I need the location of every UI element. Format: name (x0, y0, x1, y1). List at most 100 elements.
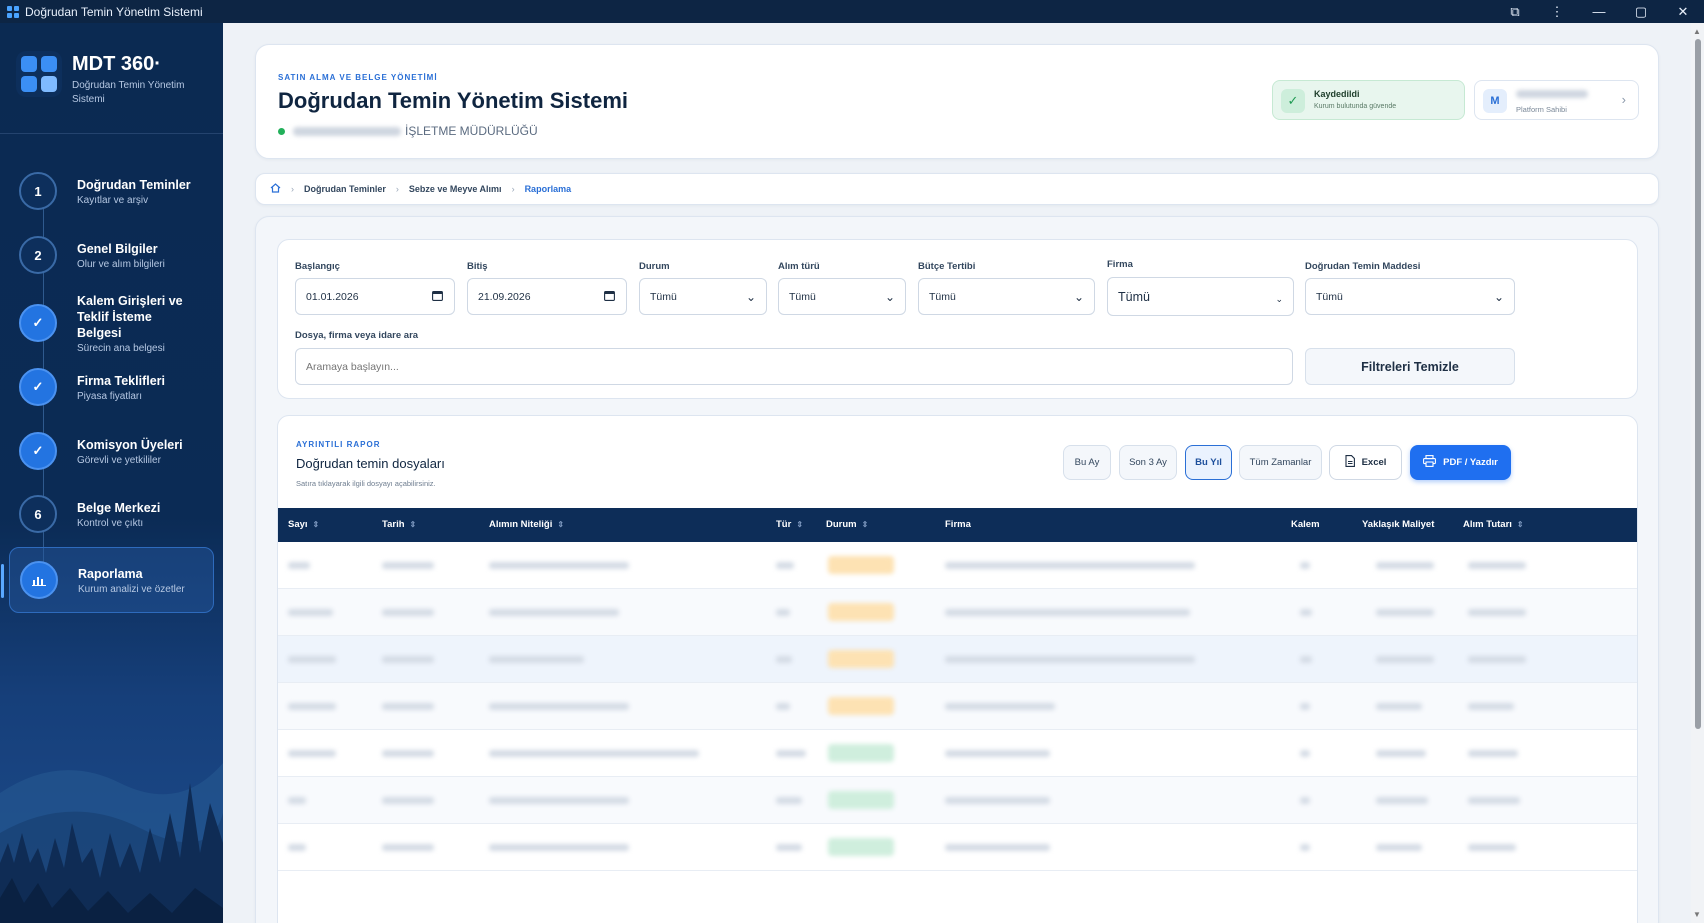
sidebar-item-firma-teklifleri[interactable]: ✓ Firma Teklifleri Piyasa fiyatları (9, 354, 214, 420)
sidebar-item-raporlama[interactable]: Raporlama Kurum analizi ve özetler (1, 547, 214, 613)
scroll-thumb[interactable] (1695, 39, 1701, 729)
table-header: Sayı ⇕ Tarih ⇕ Alımın Niteliği ⇕ Tür ⇕ Durum… (278, 508, 1637, 542)
firm-select[interactable]: Tümü ⌄ (1107, 277, 1294, 316)
sidebar-item-title: Komisyon Üyeleri (77, 437, 183, 452)
table-row[interactable] (278, 683, 1637, 730)
start-date-field[interactable]: 01.01.2026 (295, 278, 455, 315)
end-date-field[interactable]: 21.09.2026 (467, 278, 627, 315)
column-header-firma[interactable]: Firma (945, 519, 971, 530)
redacted-cell (1468, 844, 1516, 851)
column-header-tarih[interactable]: Tarih ⇕ (382, 519, 416, 530)
status-badge (828, 556, 894, 574)
breadcrumb: › Doğrudan Teminler › Sebze ve Meyve Alı… (255, 173, 1659, 205)
redacted-cell (489, 703, 629, 710)
redacted-cell (489, 797, 629, 804)
status-badge (828, 650, 894, 668)
budget-select[interactable]: Tümü ⌄ (918, 278, 1095, 315)
redacted-cell (1300, 562, 1310, 569)
column-header-alimin-niteligi[interactable]: Alımın Niteliği ⇕ (489, 519, 564, 530)
status-select[interactable]: Tümü ⌄ (639, 278, 767, 315)
home-icon[interactable] (270, 183, 281, 195)
breadcrumb-link[interactable]: Sebze ve Meyve Alımı (409, 184, 502, 194)
search-input[interactable] (295, 348, 1293, 385)
header-eyebrow: SATIN ALMA VE BELGE YÖNETİMİ (278, 73, 438, 82)
firm-select-value: Tümü (1118, 289, 1150, 304)
redacted-cell (288, 797, 306, 804)
column-header-kalem[interactable]: Kalem (1291, 519, 1320, 530)
redacted-cell (1376, 609, 1434, 616)
window-title: Doğrudan Temin Yönetim Sistemi (25, 4, 203, 19)
sidebar-item-dogrudan-teminler[interactable]: 1 Doğrudan Teminler Kayıtlar ve arşiv (9, 158, 214, 224)
status-badge (828, 697, 894, 715)
sidebar-item-title: Belge Merkezi (77, 500, 161, 515)
calendar-icon[interactable] (604, 290, 615, 304)
main-content: SATIN ALMA VE BELGE YÖNETİMİ Doğrudan Te… (223, 23, 1691, 923)
redacted-cell (776, 562, 794, 569)
sidebar-item-genel-bilgiler[interactable]: 2 Genel Bilgiler Olur ve alım bilgileri (9, 222, 214, 288)
sidebar-item-subtitle: Kontrol ve çıktı (77, 517, 144, 529)
range-this-month-button[interactable]: Bu Ay (1063, 445, 1111, 480)
chevron-down-icon: ⌄ (1073, 289, 1084, 304)
table-row[interactable] (278, 730, 1637, 777)
close-button[interactable]: ✕ (1662, 0, 1704, 23)
redacted-cell (489, 750, 699, 757)
redacted-cell (1468, 703, 1514, 710)
save-status-subtitle: Kurum bulutunda güvende (1314, 103, 1397, 110)
scroll-down-icon[interactable]: ▼ (1693, 910, 1701, 919)
sidebar-divider (0, 133, 223, 134)
restore-button[interactable]: ▢ (1620, 0, 1662, 23)
filter-panel: Başlangıç 01.01.2026 Bitiş 21.09.2026 Du… (277, 239, 1638, 399)
sidebar-item-komisyon-uyeleri[interactable]: ✓ Komisyon Üyeleri Görevli ve yetkililer (9, 418, 214, 484)
redacted-cell (776, 703, 790, 710)
status-badge (828, 744, 894, 762)
redacted-cell (1300, 656, 1312, 663)
article-filter-label: Doğrudan Temin Maddesi (1305, 261, 1421, 272)
clear-filters-button[interactable]: Filtreleri Temizle (1305, 348, 1515, 385)
vertical-scrollbar[interactable]: ▲ ▼ (1691, 23, 1704, 923)
range-this-year-button[interactable]: Bu Yıl (1185, 445, 1232, 480)
save-status-badge: ✓ Kaydedildi Kurum bulutunda güvende (1272, 80, 1465, 120)
range-last-3-months-button[interactable]: Son 3 Ay (1119, 445, 1177, 480)
user-menu[interactable]: M Platform Sahibi › (1474, 80, 1639, 120)
budget-select-value: Tümü (929, 290, 956, 303)
column-header-durum[interactable]: Durum ⇕ (826, 519, 868, 530)
minimize-button[interactable]: — (1578, 0, 1620, 23)
purchase-type-label: Alım türü (778, 261, 820, 272)
redacted-cell (1300, 609, 1312, 616)
chevron-right-icon: › (511, 184, 515, 194)
sidebar-item-title: Kalem Girişleri ve Teklif İsteme Belgesi (77, 293, 183, 340)
redacted-cell (382, 609, 434, 616)
redacted-cell (1376, 844, 1422, 851)
table-row[interactable] (278, 636, 1637, 683)
redacted-cell (945, 562, 1195, 569)
save-status-title: Kaydedildi (1314, 89, 1360, 99)
table-row[interactable] (278, 542, 1637, 589)
column-header-sayi[interactable]: Sayı ⇕ (288, 519, 319, 530)
redacted-cell (1376, 703, 1422, 710)
extensions-icon[interactable]: ⧉ (1494, 0, 1536, 23)
redacted-cell (382, 844, 434, 851)
article-select[interactable]: Tümü ⌄ (1305, 278, 1515, 315)
purchase-type-select[interactable]: Tümü ⌄ (778, 278, 906, 315)
sidebar-item-belge-merkezi[interactable]: 6 Belge Merkezi Kontrol ve çıktı (9, 481, 214, 547)
report-title: Doğrudan temin dosyaları (296, 456, 445, 471)
table-row[interactable] (278, 824, 1637, 871)
calendar-icon[interactable] (432, 290, 443, 304)
table-row[interactable] (278, 589, 1637, 636)
forest-illustration (0, 763, 223, 923)
range-all-time-button[interactable]: Tüm Zamanlar (1239, 445, 1322, 480)
breadcrumb-link[interactable]: Doğrudan Teminler (304, 184, 386, 194)
pdf-print-button[interactable]: PDF / Yazdır (1410, 445, 1511, 480)
column-header-alim-tutari[interactable]: Alım Tutarı ⇕ (1463, 519, 1524, 530)
start-date-label: Başlangıç (295, 261, 340, 272)
redacted-cell (1376, 750, 1426, 757)
column-header-tur[interactable]: Tür ⇕ (776, 519, 803, 530)
column-header-yaklasik-maliyet[interactable]: Yaklaşık Maliyet (1362, 519, 1434, 530)
sidebar-item-kalem-girisleri[interactable]: ✓ Kalem Girişleri ve Teklif İsteme Belge… (9, 290, 214, 356)
sort-icon: ⇕ (409, 520, 417, 529)
scroll-up-icon[interactable]: ▲ (1693, 27, 1701, 36)
printer-icon (1423, 455, 1437, 470)
more-menu-icon[interactable]: ⋮ (1536, 0, 1578, 23)
export-excel-button[interactable]: Excel (1329, 445, 1402, 480)
table-row[interactable] (278, 777, 1637, 824)
